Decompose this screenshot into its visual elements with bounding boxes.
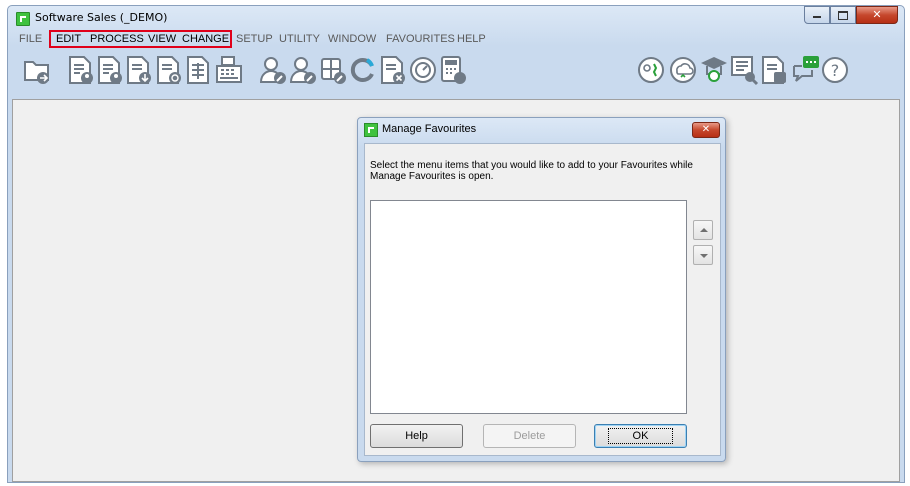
- dashboard-gauge-icon[interactable]: [408, 54, 438, 86]
- maximize-button[interactable]: [830, 6, 856, 24]
- ok-button-label: OK: [607, 428, 674, 444]
- cloud-sync-icon[interactable]: [668, 54, 698, 86]
- document-download-icon[interactable]: [124, 54, 154, 86]
- document-refresh-icon[interactable]: [154, 54, 184, 86]
- user-edit-icon-2[interactable]: [288, 54, 318, 86]
- move-down-button[interactable]: [693, 245, 713, 265]
- app-logo-icon: [16, 12, 30, 26]
- dialog-message: Select the menu items that you would lik…: [370, 160, 693, 182]
- help-icon[interactable]: ?: [820, 54, 850, 86]
- minimize-button[interactable]: [804, 6, 830, 24]
- dialog-body: Select the menu items that you would lik…: [364, 143, 721, 456]
- delete-button[interactable]: Delete: [483, 424, 576, 448]
- document-user-icon-2[interactable]: [95, 54, 125, 86]
- title-bar: Software Sales (_DEMO) ✕: [8, 6, 904, 30]
- help-button[interactable]: Help: [370, 424, 463, 448]
- dialog-close-button[interactable]: ✕: [692, 122, 720, 138]
- window-title: Software Sales (_DEMO): [35, 11, 168, 24]
- stamp-pen-icon[interactable]: [318, 54, 348, 86]
- document-user-icon[interactable]: [66, 54, 96, 86]
- email-graduate-icon[interactable]: [699, 54, 729, 86]
- menu-utility[interactable]: UTILITY: [279, 33, 320, 45]
- menu-help[interactable]: HELP: [457, 33, 486, 45]
- ok-button[interactable]: OK: [594, 424, 687, 448]
- chat-bubble-icon[interactable]: [791, 54, 821, 86]
- menu-highlight-box: [49, 30, 232, 48]
- menu-file[interactable]: FILE: [19, 33, 42, 45]
- document-text-icon[interactable]: [759, 54, 789, 86]
- dialog-app-icon: [364, 123, 378, 137]
- cash-register-icon[interactable]: [214, 54, 244, 86]
- open-folder-icon[interactable]: [22, 54, 52, 86]
- screen-search-icon[interactable]: [729, 54, 759, 86]
- toolbar: ?: [8, 48, 904, 96]
- user-edit-icon[interactable]: [258, 54, 288, 86]
- people-icon[interactable]: [636, 54, 666, 86]
- refresh-circle-icon[interactable]: [348, 54, 378, 86]
- dialog-title: Manage Favourites: [382, 123, 477, 135]
- document-delete-icon[interactable]: [378, 54, 408, 86]
- svg-text:?: ?: [831, 61, 840, 80]
- close-button[interactable]: ✕: [856, 6, 898, 24]
- calculator-icon[interactable]: [438, 54, 468, 86]
- move-up-button[interactable]: [693, 220, 713, 240]
- menu-favourites[interactable]: FAVOURITES: [386, 33, 455, 45]
- menu-setup[interactable]: SETUP: [236, 33, 273, 45]
- ledger-icon[interactable]: [184, 54, 214, 86]
- favourites-list[interactable]: [370, 200, 687, 414]
- menu-window[interactable]: WINDOW: [328, 33, 376, 45]
- manage-favourites-dialog: Manage Favourites ✕ Select the menu item…: [357, 117, 726, 462]
